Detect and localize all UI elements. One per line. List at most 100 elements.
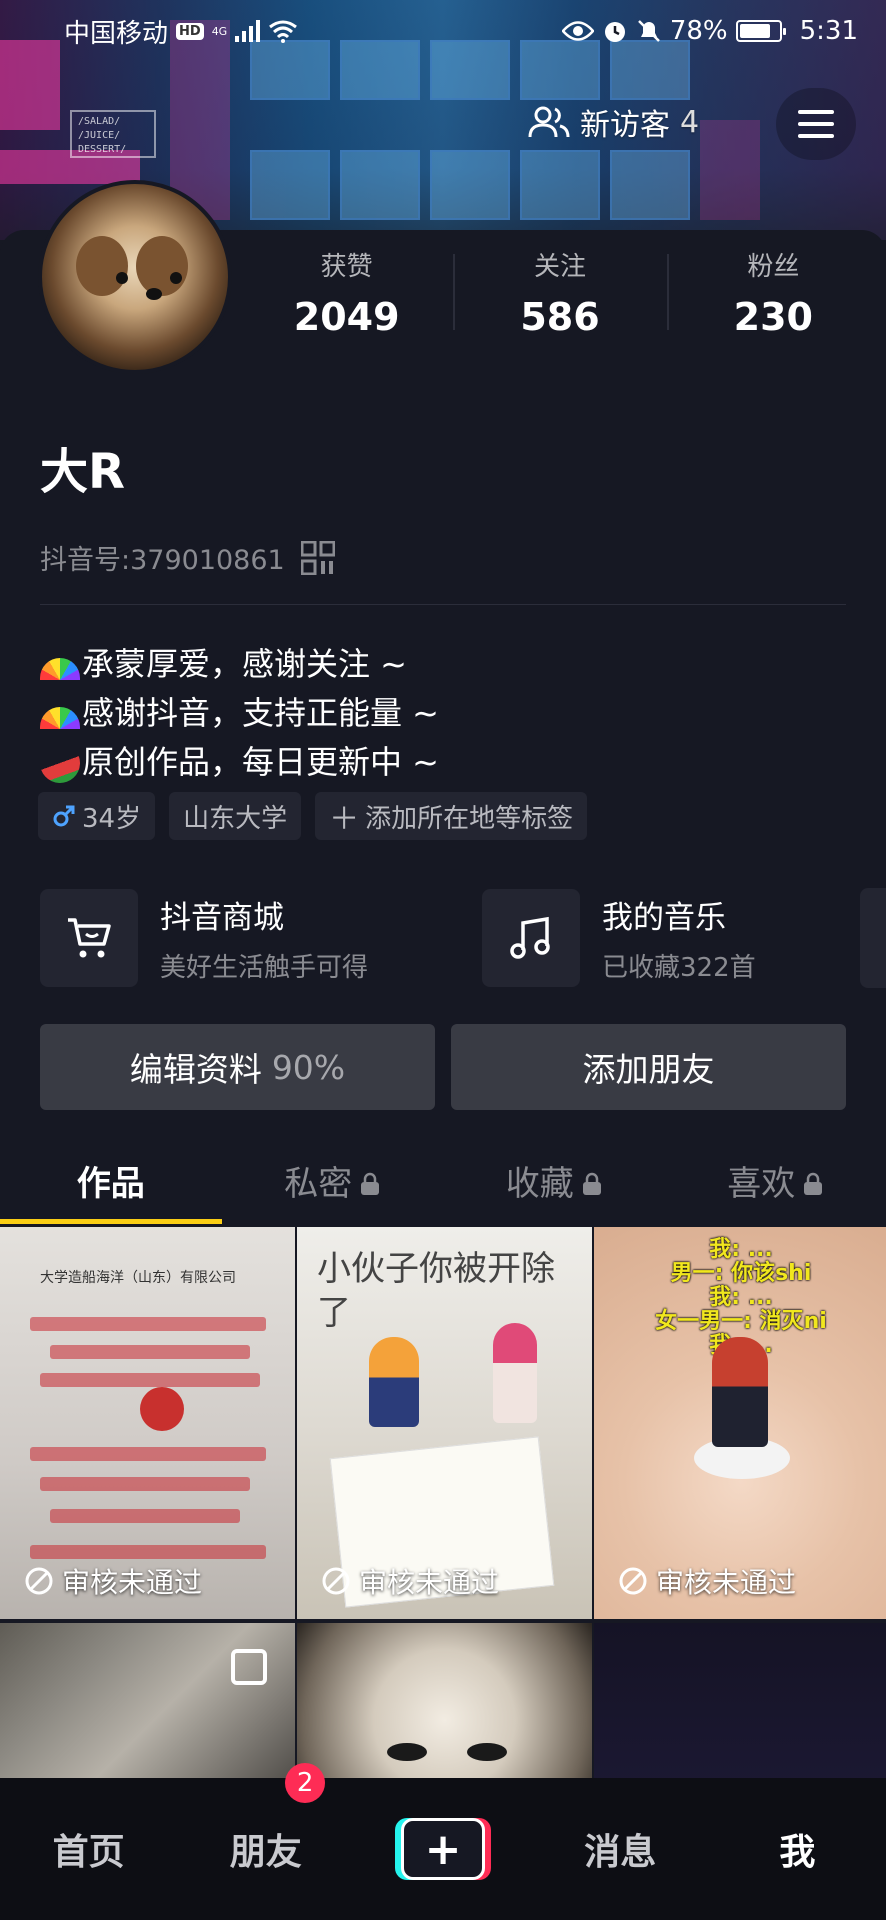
friends-badge: 2 bbox=[285, 1763, 326, 1803]
nav-friends-label: 朋友 bbox=[229, 1832, 302, 1873]
nav-home[interactable]: 首页 bbox=[0, 1823, 177, 1875]
stat-likes[interactable]: 获赞 2049 bbox=[240, 246, 453, 339]
hamburger-icon bbox=[798, 110, 834, 138]
action-buttons: 编辑资料 90% 添加朋友 bbox=[40, 1024, 846, 1110]
video-thumbnail[interactable] bbox=[0, 1623, 295, 1785]
bottom-nav: 首页 朋友 2 + 消息 我 bbox=[0, 1763, 886, 1920]
plus-icon: + bbox=[401, 1818, 485, 1880]
tag-row: 34岁 山东大学 ＋ 添加所在地等标签 bbox=[38, 792, 588, 840]
tag-age-label: 34岁 bbox=[82, 803, 142, 834]
status-bar: 中国移动 HD 4G 78% 5:31 bbox=[0, 0, 886, 62]
eye-icon bbox=[561, 21, 594, 41]
tag-gender-age[interactable]: 34岁 bbox=[38, 792, 156, 840]
tag-school-label: 山东大学 bbox=[183, 803, 288, 834]
bio: 承蒙厚爱，感谢关注 ~ 感谢抖音，支持正能量 ~ 原创作品，每日更新中 ~ bbox=[34, 640, 439, 789]
nav-me[interactable]: 我 bbox=[709, 1823, 886, 1875]
tab-favorites-label: 收藏 bbox=[505, 1164, 574, 1204]
add-friend-label: 添加朋友 bbox=[582, 1050, 715, 1089]
add-friend-button[interactable]: 添加朋友 bbox=[451, 1024, 846, 1110]
active-tab-indicator bbox=[0, 1219, 222, 1224]
tab-likes-label: 喜欢 bbox=[727, 1164, 796, 1204]
profile-page: /SALAD//JUICE/DESSERT/ 中国移动 HD 4G 78% 5:… bbox=[0, 0, 886, 1920]
stats-row: 获赞 2049 关注 586 粉丝 230 bbox=[240, 246, 880, 339]
clock: 5:31 bbox=[799, 16, 858, 46]
nav-create[interactable]: + bbox=[354, 1818, 531, 1880]
service-mall[interactable]: 抖音商城 美好生活触手可得 bbox=[40, 888, 368, 988]
nav-messages[interactable]: 消息 bbox=[532, 1823, 709, 1875]
alarm-icon bbox=[604, 22, 625, 42]
stat-following-label: 关注 bbox=[533, 252, 586, 282]
qr-code-icon[interactable] bbox=[300, 540, 335, 575]
new-visitors-button[interactable]: 新访客 4 bbox=[528, 100, 699, 144]
video-thumbnail[interactable] bbox=[594, 1623, 886, 1785]
video-thumbnail[interactable] bbox=[297, 1623, 592, 1785]
review-failed-badge: 审核未通过 bbox=[24, 1561, 202, 1601]
avatar[interactable] bbox=[38, 180, 232, 374]
tab-private-label: 私密 bbox=[284, 1164, 353, 1204]
people-icon bbox=[528, 106, 570, 138]
network-type: 4G bbox=[211, 24, 228, 38]
tag-add-location-label: 添加所在地等标签 bbox=[365, 803, 574, 834]
video-1-header: 大学造船海洋（山东）有限公司 bbox=[40, 1270, 236, 1286]
tab-likes[interactable]: 喜欢 bbox=[665, 1144, 886, 1224]
review-failed-label: 审核未通过 bbox=[656, 1566, 797, 1599]
mute-bell-icon bbox=[637, 20, 660, 42]
service-next-peek[interactable] bbox=[860, 888, 886, 988]
stat-likes-value: 2049 bbox=[293, 295, 400, 339]
visitors-label: 新访客 bbox=[580, 108, 670, 143]
edit-profile-percent: 90% bbox=[271, 1047, 346, 1087]
video-grid: 大学造船海洋（山东）有限公司 审核未通过 小伙子你被开除了 审核未通过 我: .… bbox=[0, 1227, 886, 1785]
visitors-count: 4 bbox=[680, 104, 700, 140]
nav-home-label: 首页 bbox=[52, 1832, 125, 1873]
profile-name: 大R bbox=[40, 444, 125, 500]
douyin-id-label: 抖音号: bbox=[40, 545, 131, 576]
divider bbox=[40, 604, 846, 605]
bio-line-3: 原创作品，每日更新中 ~ bbox=[82, 743, 439, 781]
review-failed-badge: 审核未通过 bbox=[618, 1561, 796, 1601]
carrier-label: 中国移动 bbox=[64, 18, 169, 49]
service-music[interactable]: 我的音乐 已收藏322首 bbox=[482, 888, 756, 988]
menu-button[interactable] bbox=[776, 88, 856, 160]
tag-school[interactable]: 山东大学 bbox=[169, 792, 302, 840]
service-mall-subtitle: 美好生活触手可得 bbox=[160, 953, 369, 983]
battery-icon bbox=[735, 20, 786, 42]
nav-friends[interactable]: 朋友 2 bbox=[177, 1763, 354, 1875]
nav-messages-label: 消息 bbox=[584, 1832, 657, 1873]
create-button[interactable]: + bbox=[395, 1818, 491, 1880]
video-thumbnail[interactable]: 我: ... 男一: 你该shi 我: ... 女一男一: 消灭ni 我: ..… bbox=[594, 1227, 886, 1619]
tab-favorites[interactable]: 收藏 bbox=[443, 1144, 665, 1224]
content-tabs: 作品 私密 收藏 喜欢 bbox=[0, 1144, 886, 1224]
stat-following[interactable]: 关注 586 bbox=[453, 246, 666, 339]
service-mall-title: 抖音商城 bbox=[160, 900, 284, 936]
tag-add-location[interactable]: ＋ 添加所在地等标签 bbox=[315, 792, 588, 840]
watermelon-icon bbox=[34, 736, 86, 789]
prohibited-icon bbox=[25, 1567, 53, 1595]
douyin-id-value: 379010861 bbox=[130, 545, 285, 576]
edit-profile-button[interactable]: 编辑资料 90% bbox=[40, 1024, 435, 1110]
music-icon-box bbox=[482, 889, 580, 987]
tab-works-label: 作品 bbox=[76, 1164, 145, 1204]
prohibited-icon bbox=[322, 1567, 350, 1595]
edit-profile-label: 编辑资料 bbox=[129, 1050, 262, 1089]
lock-icon bbox=[582, 1172, 601, 1195]
lock-icon bbox=[804, 1172, 823, 1195]
douyin-id-row[interactable]: 抖音号:379010861 bbox=[40, 538, 335, 577]
bio-line-2: 感谢抖音，支持正能量 ~ bbox=[82, 694, 439, 732]
male-icon bbox=[53, 805, 75, 827]
stat-likes-label: 获赞 bbox=[320, 252, 373, 282]
tab-private[interactable]: 私密 bbox=[222, 1144, 444, 1224]
service-music-subtitle: 已收藏322首 bbox=[602, 953, 756, 983]
cart-icon-box bbox=[40, 889, 138, 987]
video-thumbnail[interactable]: 大学造船海洋（山东）有限公司 审核未通过 bbox=[0, 1227, 295, 1619]
wifi-icon bbox=[269, 20, 298, 43]
nav-me-label: 我 bbox=[779, 1832, 816, 1873]
video-thumbnail[interactable]: 小伙子你被开除了 审核未通过 bbox=[297, 1227, 592, 1619]
multi-image-icon bbox=[231, 1649, 267, 1685]
plus-icon: ＋ bbox=[329, 802, 360, 837]
review-failed-label: 审核未通过 bbox=[359, 1566, 500, 1599]
tab-works[interactable]: 作品 bbox=[0, 1144, 222, 1224]
stat-followers[interactable]: 粉丝 230 bbox=[666, 246, 880, 339]
review-failed-label: 审核未通过 bbox=[62, 1566, 203, 1599]
battery-percent: 78% bbox=[669, 16, 728, 46]
service-music-title: 我的音乐 bbox=[602, 900, 726, 936]
